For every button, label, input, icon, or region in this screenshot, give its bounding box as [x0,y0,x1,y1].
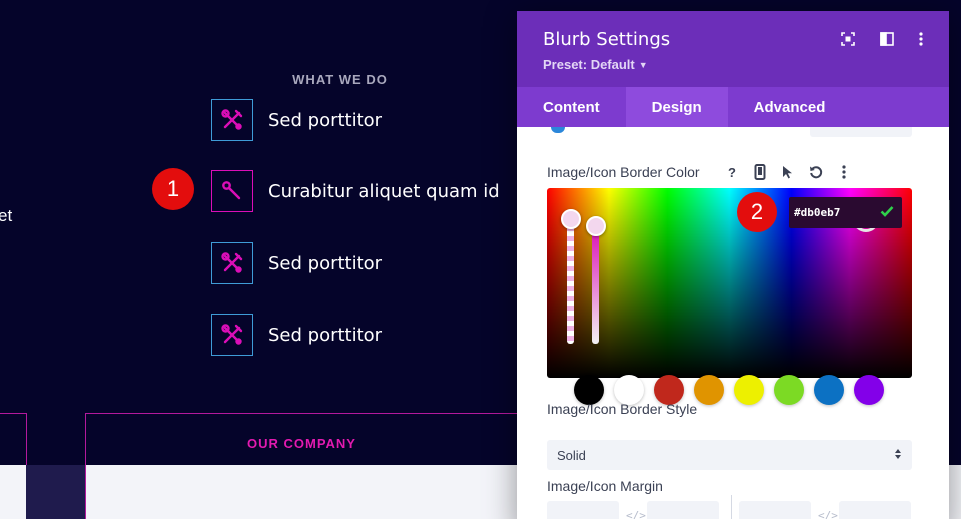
step-marker-1: 1 [152,168,194,210]
more-icon[interactable] [835,163,853,181]
wrench-screwdriver-icon [211,242,253,284]
blurb-item[interactable]: Sed porttitor [211,314,382,356]
blurb-title: Curabitur aliquet quam id [268,180,500,202]
blurb-title: Sed porttitor [268,252,383,274]
pointer-icon[interactable] [779,163,797,181]
blurb-item[interactable]: Sed porttitor [211,99,382,141]
lower-divider [85,465,86,519]
swatch-orange[interactable] [694,375,724,405]
margin-left-input[interactable] [739,501,811,519]
border-style-value: Solid [557,447,586,463]
opacity-slider[interactable] [567,226,574,344]
border-style-label: Image/Icon Border Style [547,401,698,417]
border-style-select[interactable]: Solid [547,440,912,470]
modal-title: Blurb Settings [543,29,671,50]
margin-top-input[interactable] [547,501,619,519]
blurb-title: Sed porttitor [268,109,383,131]
tab-design[interactable]: Design [625,87,728,127]
swatch-yellow[interactable] [734,375,764,405]
preset-label: Preset: Default [543,57,635,72]
settings-tabs: Content Design Advanced [517,87,949,127]
previous-toggle-knob[interactable] [551,127,565,133]
truncated-text: et [0,206,13,225]
hex-input[interactable]: #db0eb7 [789,197,902,228]
help-icon[interactable]: ? [723,163,741,181]
swatch-blue[interactable] [814,375,844,405]
margin-bottom-input[interactable] [647,501,719,519]
step-marker-2: 2 [737,192,777,232]
caret-down-icon: ▼ [638,59,648,70]
our-company-button[interactable]: OUR COMPANY [85,413,525,473]
swatch-green[interactable] [774,375,804,405]
swatch-purple[interactable] [854,375,884,405]
hex-value: #db0eb7 [794,206,841,219]
border-color-label: Image/Icon Border Color [547,164,700,180]
svg-text:?: ? [728,165,736,179]
hue-slider[interactable] [592,226,599,344]
section-title: WHAT WE DO [292,72,388,87]
more-options-icon[interactable] [913,31,929,47]
margin-right-input[interactable] [839,501,911,519]
mobile-icon[interactable] [751,163,769,181]
fullscreen-icon[interactable] [840,31,856,47]
wrench-screwdriver-icon [211,99,253,141]
wrench-screwdriver-icon [211,314,253,356]
preset-dropdown[interactable]: Preset: Default ▼ [543,57,648,72]
lower-dark-block [26,465,86,519]
previous-input[interactable] [810,127,912,137]
blurb-title: Sed porttitor [268,324,383,346]
settings-body: Image/Icon Border Color ? #db0eb7 2 Imag… [517,127,949,519]
margin-divider [731,495,732,519]
link-icon[interactable]: </> [626,509,646,519]
blurb-item[interactable]: Sed porttitor [211,242,382,284]
hue-slider-handle[interactable] [586,216,606,236]
cta-box-left [0,413,27,473]
tab-content[interactable]: Content [517,87,626,127]
tab-advanced[interactable]: Advanced [728,87,852,127]
opacity-slider-handle[interactable] [561,209,581,229]
modal-header: Blurb Settings Preset: Default ▼ [517,11,949,87]
option-toolbar: ? [723,163,853,181]
checkmark-icon[interactable] [880,204,894,222]
select-arrows-icon [894,448,902,463]
color-picker-canvas[interactable]: #db0eb7 [547,188,912,378]
margin-inputs: </> </> [547,495,927,519]
cta-label: OUR COMPANY [247,435,356,451]
blurb-item-active[interactable]: Curabitur aliquet quam id [211,170,500,212]
wrench-icon [211,170,253,212]
split-view-icon[interactable] [879,31,895,47]
blurb-settings-modal: Blurb Settings Preset: Default ▼ Content… [517,11,949,519]
reset-icon[interactable] [807,163,825,181]
margin-label: Image/Icon Margin [547,478,663,494]
link-icon[interactable]: </> [818,509,838,519]
